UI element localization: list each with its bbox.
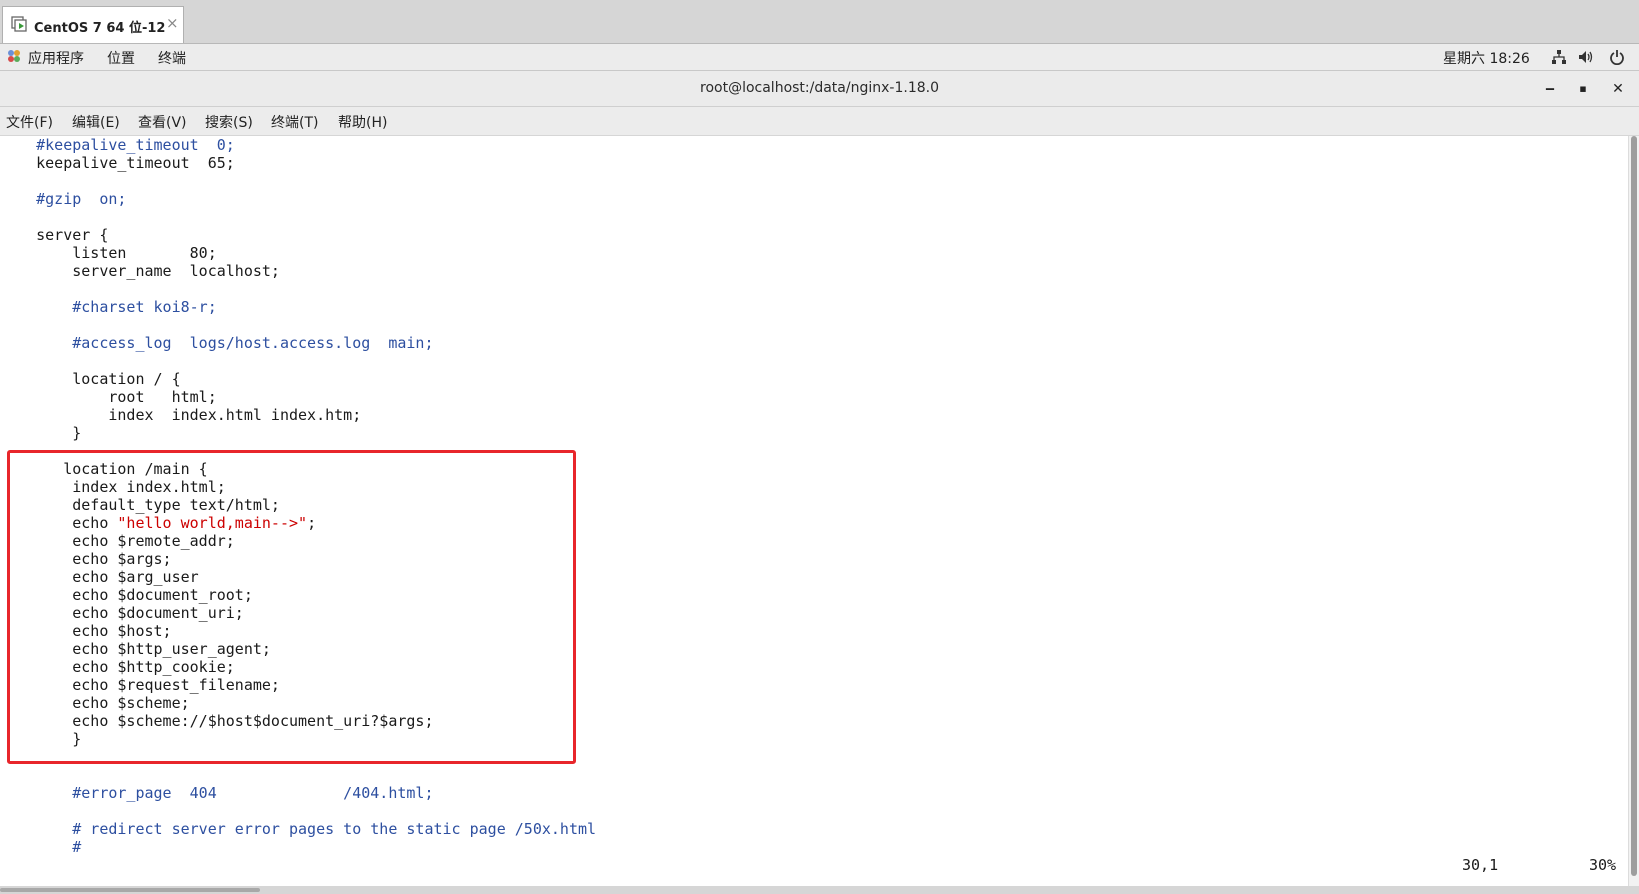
editor-line: server { — [0, 226, 109, 244]
volume-icon[interactable] — [1578, 49, 1594, 65]
applications-menu[interactable]: 应用程序 — [28, 48, 84, 68]
editor-line: #error_page 404 /404.html; — [0, 784, 434, 802]
editor-line: keepalive_timeout 65; — [0, 154, 235, 172]
menu-help[interactable]: 帮助(H) — [338, 112, 387, 132]
applications-icon — [8, 50, 20, 62]
editor-line: root html; — [0, 388, 217, 406]
menu-terminal[interactable]: 终端(T) — [271, 112, 318, 132]
horizontal-scrollbar[interactable] — [0, 886, 1639, 894]
cursor-position: 30,1 — [1462, 856, 1499, 874]
clock[interactable]: 星期六 18:26 — [1443, 48, 1530, 68]
editor-line: #keepalive_timeout 0; — [0, 136, 235, 154]
editor-line: listen 80; — [0, 244, 217, 262]
scrollbar-thumb[interactable] — [1631, 136, 1637, 876]
menu-file[interactable]: 文件(F) — [6, 112, 53, 132]
editor-line: # — [0, 838, 82, 856]
minimize-button[interactable]: ‒ — [1540, 79, 1560, 99]
vertical-scrollbar[interactable] — [1628, 136, 1639, 886]
terminal-menu-bar: 文件(F) 编辑(E) 查看(V) 搜索(S) 终端(T) 帮助(H) — [0, 107, 1639, 136]
editor-line: # redirect server error pages to the sta… — [0, 820, 597, 838]
vm-tab-title: CentOS 7 64 位-12 — [34, 21, 166, 36]
vm-icon — [11, 16, 27, 32]
window-title: root@localhost:/data/nginx-1.18.0 — [700, 80, 939, 96]
vm-tab-strip: CentOS 7 64 位-12 × — [0, 0, 1639, 44]
editor-line: location / { — [0, 370, 181, 388]
editor-line: } — [0, 424, 82, 442]
menu-search[interactable]: 搜索(S) — [205, 112, 253, 132]
scroll-percent: 30% — [1589, 856, 1617, 874]
editor-line: index index.html index.htm; — [0, 406, 362, 424]
editor-line: server_name localhost; — [0, 262, 280, 280]
gnome-top-bar: 应用程序 位置 终端 星期六 18:26 — [0, 44, 1639, 71]
window-title-bar[interactable]: root@localhost:/data/nginx-1.18.0 ‒ ▪ ✕ — [0, 71, 1639, 107]
close-button[interactable]: ✕ — [1608, 79, 1628, 99]
menu-view[interactable]: 查看(V) — [138, 112, 187, 132]
vm-tab[interactable]: CentOS 7 64 位-12 × — [2, 6, 184, 43]
editor-line: #access_log logs/host.access.log main; — [0, 334, 434, 352]
places-menu[interactable]: 位置 — [107, 48, 135, 68]
vm-tab-close-icon[interactable]: × — [166, 14, 179, 32]
maximize-button[interactable]: ▪ — [1573, 79, 1593, 99]
editor-line: #charset koi8-r; — [0, 298, 217, 316]
network-icon[interactable] — [1551, 49, 1567, 65]
editor-line: #gzip on; — [0, 190, 127, 208]
horizontal-scrollbar-thumb[interactable] — [0, 888, 260, 892]
power-icon[interactable] — [1609, 49, 1625, 65]
terminal-app-menu[interactable]: 终端 — [158, 48, 186, 68]
highlight-box — [7, 450, 576, 764]
menu-edit[interactable]: 编辑(E) — [72, 112, 120, 132]
